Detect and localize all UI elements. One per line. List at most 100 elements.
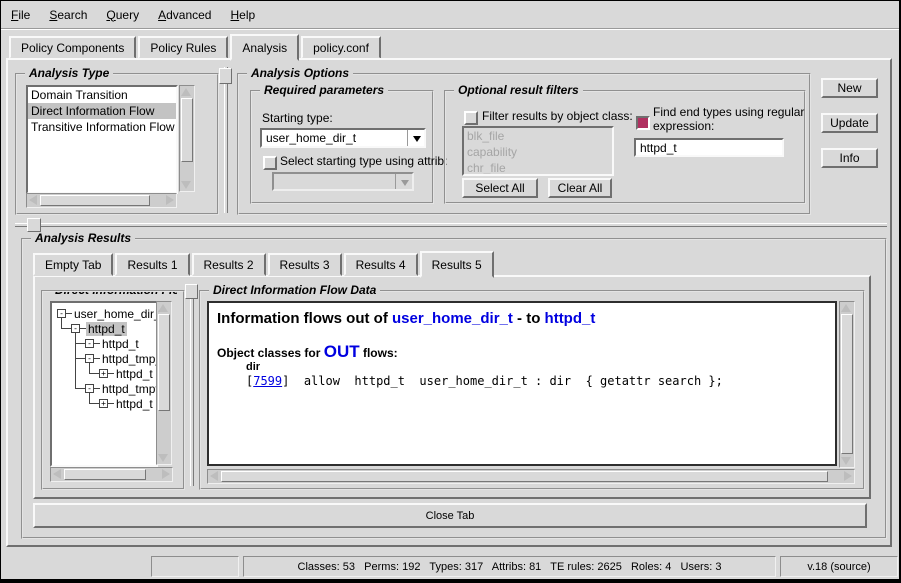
data-vscrollbar[interactable] [839, 301, 855, 468]
tree-node[interactable]: + httpd_t [99, 397, 155, 410]
analysis-type-vscrollbar[interactable] [179, 85, 195, 192]
attrib-checkbox-label[interactable]: Select starting type using attrib: [280, 154, 447, 168]
tree-hscrollbar[interactable] [50, 467, 173, 482]
menu-query[interactable]: Query [106, 8, 139, 22]
tree-vscrollbar[interactable] [156, 301, 172, 465]
scroll-thumb[interactable] [841, 314, 853, 454]
info-button[interactable]: Info [821, 148, 878, 168]
tab-policy-conf[interactable]: policy.conf [301, 36, 381, 59]
status-cell-empty [151, 556, 239, 577]
menu-help[interactable]: Help [230, 8, 255, 22]
clear-all-button[interactable]: Clear All [548, 178, 612, 198]
pane-sash-handle[interactable] [219, 68, 232, 84]
object-class-name: dir [246, 361, 260, 373]
tree-node[interactable]: -httpd_tmpfs_ [85, 382, 158, 395]
scroll-thumb[interactable] [158, 314, 170, 411]
data-hscrollbar[interactable] [207, 469, 855, 484]
scroll-thumb[interactable] [40, 195, 150, 206]
list-item-selected[interactable]: Direct Information Flow [28, 103, 176, 119]
flow-heading: Information flows out of user_home_dir_t… [217, 310, 595, 327]
combo-dropdown-button[interactable] [407, 130, 424, 146]
regex-checkbox-label-line2[interactable]: expression: [653, 119, 714, 133]
tree-node-label[interactable]: httpd_tmpfs_ [100, 382, 158, 396]
filter-by-class-label[interactable]: Filter results by object class: [482, 109, 633, 123]
rule-number-link[interactable]: 7599 [253, 374, 282, 388]
scroll-thumb[interactable] [221, 471, 828, 482]
pane-sash-horizontal[interactable] [15, 223, 887, 227]
pane-sash-handle[interactable] [27, 218, 41, 232]
chevron-down-icon [401, 180, 409, 190]
pane-sash-vertical[interactable] [224, 67, 228, 213]
scroll-right-icon[interactable] [162, 469, 170, 479]
tab-results-3[interactable]: Results 3 [268, 253, 342, 276]
menu-search[interactable]: Search [49, 8, 87, 22]
tree-expand-icon[interactable]: - [85, 384, 94, 393]
scroll-up-icon[interactable] [158, 304, 168, 312]
tree-node[interactable]: + httpd_t [99, 367, 155, 380]
flow-data-title: Direct Information Flow Data [209, 283, 380, 297]
tree-expand-icon[interactable]: - [57, 309, 66, 318]
tab-policy-rules[interactable]: Policy Rules [138, 36, 228, 59]
menu-file[interactable]: File [11, 8, 30, 22]
tab-results-1[interactable]: Results 1 [115, 253, 189, 276]
new-button[interactable]: New [821, 78, 878, 98]
attrib-checkbox[interactable] [263, 156, 277, 170]
regex-checkbox-checked[interactable] [636, 116, 650, 130]
results-sash-handle[interactable] [185, 284, 198, 299]
analysis-type-hscrollbar[interactable] [26, 193, 177, 208]
scroll-down-icon[interactable] [158, 454, 168, 462]
analysis-type-title: Analysis Type [25, 66, 113, 80]
tree-expand-icon[interactable]: - [85, 354, 94, 363]
tab-empty[interactable]: Empty Tab [33, 253, 113, 276]
scroll-right-icon[interactable] [844, 471, 852, 481]
analysis-results-group: Analysis Results Empty Tab Results 1 Res… [21, 238, 887, 539]
tree-connector-line [75, 388, 85, 389]
tree-node[interactable]: -httpd_t [85, 337, 141, 350]
regex-input[interactable]: httpd_t [634, 138, 784, 157]
scroll-down-icon[interactable] [181, 181, 191, 189]
tree-node[interactable]: -httpd_t [71, 322, 127, 335]
flow-data-textarea[interactable]: Information flows out of user_home_dir_t… [207, 301, 837, 466]
scroll-right-icon[interactable] [166, 195, 174, 205]
flow-tree[interactable]: -user_home_dir_t -httpd_t -httpd_t -http… [50, 301, 158, 467]
analysis-results-title: Analysis Results [31, 231, 135, 245]
tree-node-label[interactable]: httpd_tmp_t [100, 352, 158, 366]
filter-by-class-checkbox[interactable] [464, 111, 478, 125]
tree-node-label[interactable]: httpd_t [100, 337, 141, 351]
tree-expand-icon[interactable]: - [71, 324, 80, 333]
results-sash-vertical[interactable] [190, 290, 194, 486]
update-button[interactable]: Update [821, 113, 878, 133]
scroll-left-icon[interactable] [53, 469, 61, 479]
scroll-thumb[interactable] [181, 98, 193, 162]
scroll-down-icon[interactable] [841, 457, 851, 465]
tree-node[interactable]: -user_home_dir_t [57, 307, 158, 320]
tab-results-5[interactable]: Results 5 [420, 251, 494, 278]
tree-connector-line [75, 332, 76, 388]
tab-results-4[interactable]: Results 4 [344, 253, 418, 276]
scroll-thumb[interactable] [64, 469, 146, 480]
tab-analysis[interactable]: Analysis [230, 34, 299, 61]
tree-expand-icon[interactable]: + [99, 399, 108, 408]
tree-node-label[interactable]: httpd_t [114, 397, 155, 411]
tree-expand-icon[interactable]: + [99, 369, 108, 378]
close-tab-button[interactable]: Close Tab [33, 503, 867, 528]
required-parameters-title: Required parameters [260, 83, 388, 97]
scroll-left-icon[interactable] [210, 471, 218, 481]
select-all-button[interactable]: Select All [462, 178, 538, 198]
starting-type-combobox[interactable]: user_home_dir_t [260, 128, 426, 148]
tree-node[interactable]: -httpd_tmp_t [85, 352, 158, 365]
regex-checkbox-label-line1[interactable]: Find end types using regular [653, 105, 804, 119]
tab-results-2[interactable]: Results 2 [192, 253, 266, 276]
list-item[interactable]: Transitive Information Flow [28, 119, 176, 135]
tab-policy-components[interactable]: Policy Components [9, 36, 136, 59]
tree-node-label-selected[interactable]: httpd_t [86, 322, 127, 336]
tree-node-label[interactable]: httpd_t [114, 367, 155, 381]
scroll-up-icon[interactable] [181, 88, 191, 96]
analysis-type-listbox[interactable]: Domain Transition Direct Information Flo… [26, 85, 178, 194]
scroll-up-icon[interactable] [841, 304, 851, 312]
list-item[interactable]: Domain Transition [28, 87, 176, 103]
scroll-left-icon[interactable] [29, 195, 37, 205]
tree-node-label[interactable]: user_home_dir_t [72, 307, 158, 321]
tree-expand-icon[interactable]: - [85, 339, 94, 348]
menu-advanced[interactable]: Advanced [158, 8, 211, 22]
